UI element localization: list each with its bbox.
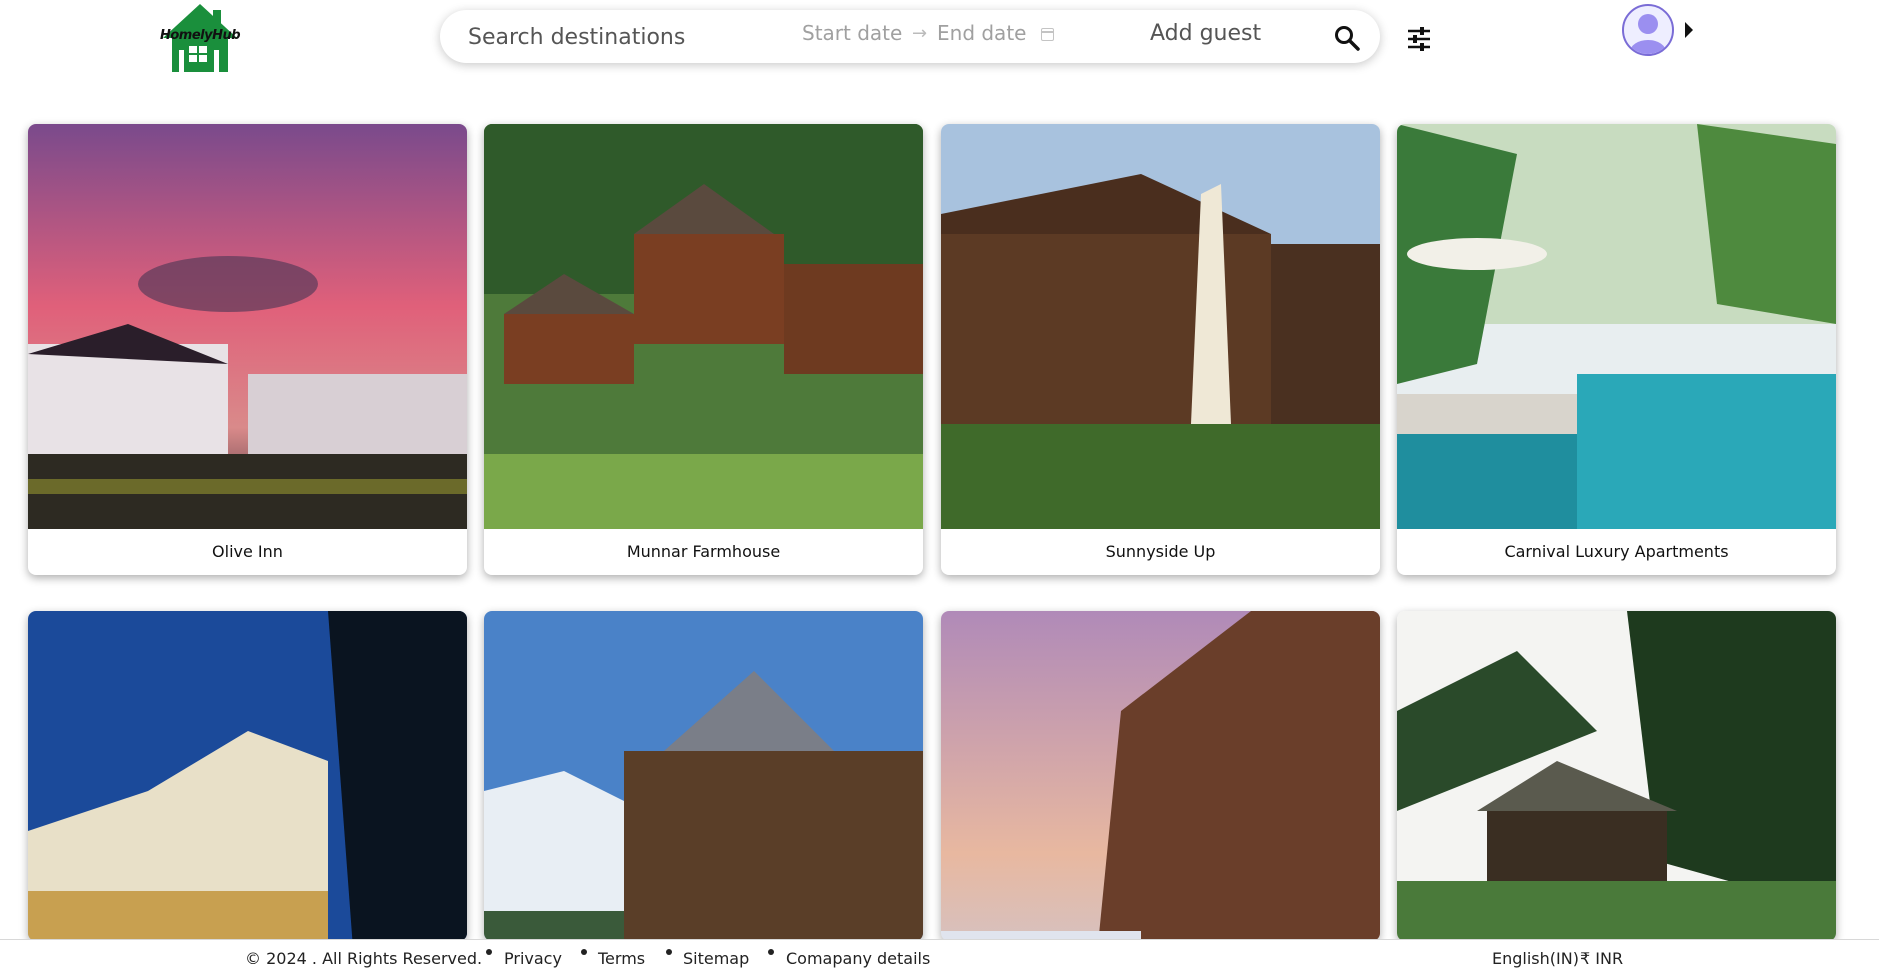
listing-title: Munnar Farmhouse [626,542,781,561]
listing-card[interactable]: Munnar Farmhouse [484,124,923,575]
listing-card[interactable]: Sunnyside Up [941,124,1380,575]
listing-image [484,124,923,529]
search-icon[interactable] [1333,24,1361,52]
listing-image [1397,611,1836,941]
search-bar: Start date → End date Add guest [440,10,1380,63]
homelyhub-logo[interactable]: HomelyHub [155,2,245,72]
calendar-icon[interactable] [1041,28,1054,41]
date-range-arrow-icon: → [912,23,928,44]
footer-link-terms[interactable]: Terms [598,949,645,968]
footer-dot [581,949,587,955]
listing-card[interactable] [941,611,1380,941]
language-selector[interactable]: English(IN) [1492,949,1579,968]
add-guest-field[interactable]: Add guest [1150,21,1261,46]
listing-card[interactable]: Carnival Luxury Apartments [1397,124,1836,575]
footer-dot [768,949,774,955]
listing-image [28,611,467,941]
listing-title: Olive Inn [212,542,283,561]
header: HomelyHub Start date → End date Add gues… [0,0,1879,80]
end-date-field[interactable]: End date [937,21,1026,45]
copyright-text: © 2024 . All Rights Reserved. [245,949,483,968]
footer-dot [486,949,492,955]
logo-text: HomelyHub [159,28,241,43]
user-avatar-icon[interactable] [1622,4,1674,56]
listing-title: Sunnyside Up [1105,542,1216,561]
listing-card[interactable]: Olive Inn [28,124,467,575]
start-date-field[interactable]: Start date [802,21,902,45]
listing-image [484,611,923,941]
listing-image [1397,124,1836,529]
listing-card[interactable] [484,611,923,941]
footer-dot [666,949,672,955]
listing-title: Carnival Luxury Apartments [1504,542,1729,561]
listing-image [941,124,1380,529]
listing-image [28,124,467,529]
listing-image [941,611,1380,941]
sliders-icon[interactable] [1405,25,1433,53]
listing-card[interactable] [28,611,467,941]
footer-link-sitemap[interactable]: Sitemap [683,949,749,968]
currency-selector[interactable]: ₹ INR [1580,949,1623,968]
footer-link-company-details[interactable]: Comapany details [786,949,930,968]
footer-link-privacy[interactable]: Privacy [504,949,562,968]
listing-card[interactable] [1397,611,1836,941]
caret-right-icon[interactable] [1685,22,1693,38]
footer: © 2024 . All Rights Reserved. Privacy Te… [0,939,1879,971]
destination-search-input[interactable] [468,22,768,52]
